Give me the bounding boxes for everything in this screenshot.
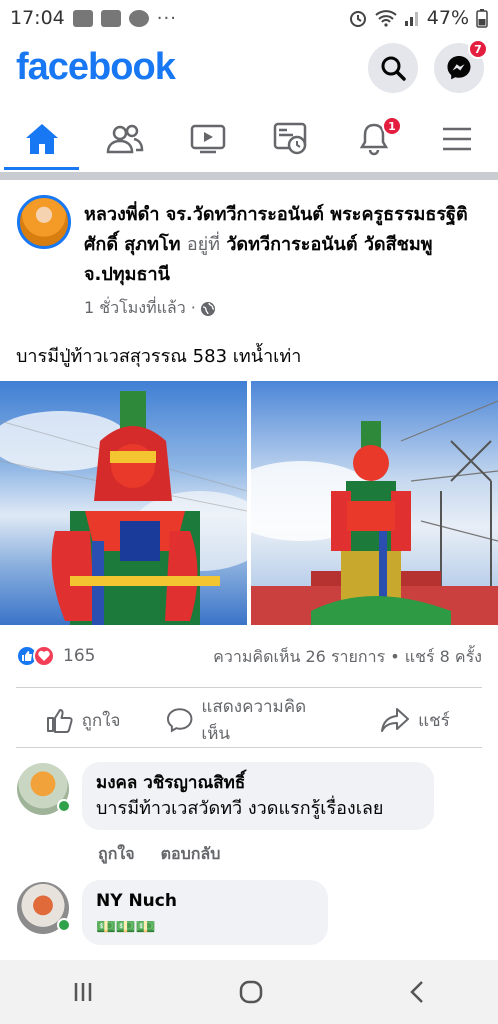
comment-bubble[interactable]: มงคล วชิรญาณสิทธิ์ บารมีท้าวเวสวัดทวี งว… xyxy=(82,762,434,830)
comment-actions: ถูกใจ ตอบกลับ xyxy=(98,842,220,867)
giant-statue-image xyxy=(251,400,498,625)
comment-bubble[interactable]: NY Nuch 💵💵💵 xyxy=(82,880,328,945)
like-button[interactable]: ถูกใจ xyxy=(0,700,166,740)
post-photo-1[interactable] xyxy=(0,381,247,625)
signal-icon xyxy=(404,12,418,26)
comment-author[interactable]: NY Nuch xyxy=(96,889,314,913)
alarm-icon xyxy=(349,11,366,27)
post-timestamp: 1 ชั่วโมงที่แล้ว · xyxy=(84,296,216,321)
post-time-text[interactable]: 1 ชั่วโมงที่แล้ว · xyxy=(84,296,196,321)
app-header: facebook 7 xyxy=(0,38,498,100)
post-actions: ถูกใจ แสดงความคิดเห็น แชร์ xyxy=(0,697,498,744)
online-status-indicator xyxy=(57,918,71,932)
search-button[interactable] xyxy=(368,43,418,93)
tab-friends[interactable] xyxy=(83,108,166,170)
love-reaction-icon xyxy=(33,645,55,667)
post-author-line: หลวงพี่ดำ จร.วัดทวีการะอนันต์ พระครูธรรม… xyxy=(84,200,484,290)
comment-label: แสดงความคิดเห็น xyxy=(201,697,307,744)
share-label: แชร์ xyxy=(418,710,450,731)
giant-statue-image xyxy=(0,391,247,625)
search-icon xyxy=(381,56,406,81)
watch-icon xyxy=(190,124,225,154)
share-button[interactable]: แชร์ xyxy=(332,700,498,740)
comment-author[interactable]: มงคล วชิรญาณสิทธิ์ xyxy=(96,771,420,795)
post-photo-2[interactable] xyxy=(251,381,498,625)
comment-icon xyxy=(166,708,193,733)
thumbs-up-icon xyxy=(46,709,73,733)
messenger-button[interactable]: 7 xyxy=(434,39,488,93)
tab-home[interactable] xyxy=(0,108,83,170)
tab-watch[interactable] xyxy=(166,108,249,170)
tab-menu[interactable] xyxy=(415,108,498,170)
comment-button[interactable]: แสดงความคิดเห็น xyxy=(166,697,332,744)
battery-icon xyxy=(476,9,488,28)
facebook-logo[interactable]: facebook xyxy=(16,46,176,89)
line-app-icon xyxy=(128,9,149,27)
image-icon xyxy=(100,9,121,27)
like-label: ถูกใจ xyxy=(81,710,121,731)
system-navigation-bar xyxy=(0,960,498,1024)
online-status-indicator xyxy=(57,799,71,813)
back-icon[interactable] xyxy=(407,980,427,1004)
home-icon xyxy=(25,124,58,154)
messenger-icon xyxy=(447,56,471,80)
comment-like-button[interactable]: ถูกใจ xyxy=(98,842,135,867)
battery-percent: 47% xyxy=(426,7,469,29)
comment-reply-button[interactable]: ตอบกลับ xyxy=(161,842,221,867)
messenger-badge: 7 xyxy=(468,39,488,59)
hamburger-menu-icon xyxy=(442,127,471,151)
clock: 17:04 xyxy=(10,7,65,29)
more-notifications-icon: ··· xyxy=(156,7,177,29)
share-icon xyxy=(381,708,410,732)
globe-icon xyxy=(200,301,215,316)
comment-text: บารมีท้าวเวสวัดทวี งวดแรกรู้เรื่องเลย xyxy=(96,798,384,819)
status-bar: 17:04 ··· 47% xyxy=(0,0,498,36)
reaction-count: 165 xyxy=(63,646,96,666)
tab-bar: 1 xyxy=(0,108,498,170)
wifi-icon xyxy=(375,10,397,27)
post-author-avatar[interactable] xyxy=(17,195,71,249)
feed-separator xyxy=(0,172,498,180)
tab-notifications[interactable]: 1 xyxy=(332,108,415,170)
tab-memories[interactable] xyxy=(249,108,332,170)
home-circle-icon[interactable] xyxy=(238,979,264,1005)
gallery-icon xyxy=(72,9,93,27)
post-text: บารมีปู่ท้าวเวสสุวรรณ 583 เทน้ำเท่า xyxy=(16,346,302,367)
divider xyxy=(16,687,482,688)
recent-apps-icon[interactable] xyxy=(71,980,95,1004)
reactions-summary[interactable]: 165 xyxy=(16,645,95,667)
divider xyxy=(16,747,482,748)
comment-text: 💵💵💵 xyxy=(96,917,156,936)
at-label: อยู่ที่ xyxy=(186,234,221,255)
friends-icon xyxy=(106,124,143,154)
notifications-badge: 1 xyxy=(382,116,402,136)
memories-icon xyxy=(273,122,306,155)
comments-shares-count[interactable]: ความคิดเห็น 26 รายการ • แชร์ 8 ครั้ง xyxy=(213,645,482,670)
